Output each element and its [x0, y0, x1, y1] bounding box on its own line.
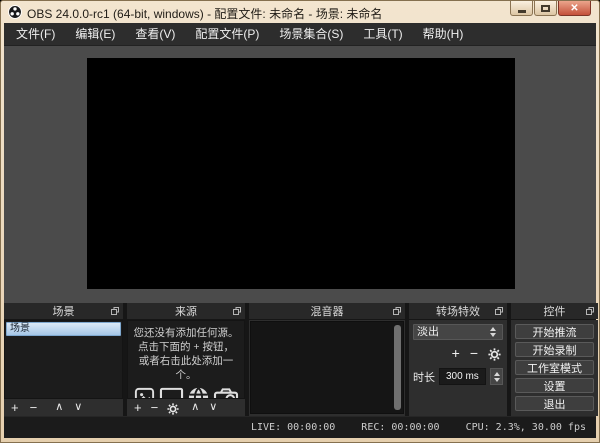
title-bar[interactable]: OBS 24.0.0-rc1 (64-bit, windows) - 配置文件:…	[1, 1, 599, 23]
menu-scene-collection[interactable]: 场景集合(S)	[269, 23, 353, 46]
window-title: OBS 24.0.0-rc1 (64-bit, windows) - 配置文件:…	[27, 5, 382, 22]
settings-button[interactable]: 设置	[515, 378, 594, 393]
combobox-arrows-icon	[487, 327, 499, 337]
start-streaming-button[interactable]: 开始推流	[515, 324, 594, 339]
window-controls: ✕	[509, 1, 591, 16]
duration-label: 时长	[413, 369, 435, 385]
sources-panel-header[interactable]: 来源	[127, 303, 245, 319]
menu-file[interactable]: 文件(F)	[6, 23, 65, 46]
browser-globe-icon	[187, 386, 210, 399]
transition-duration-row: 时长 300 ms	[413, 368, 503, 385]
transitions-panel-header[interactable]: 转场特效	[409, 303, 507, 319]
scenes-panel-header[interactable]: 场景	[4, 303, 123, 319]
controls-panel-title: 控件	[544, 303, 566, 319]
transition-select[interactable]: 淡出	[413, 324, 503, 340]
menu-profile[interactable]: 配置文件(P)	[185, 23, 269, 46]
start-recording-button[interactable]: 开始录制	[515, 342, 594, 357]
sources-panel: 来源 您还没有添加任何源。 点击下面的 + 按钮， 或者右击此处添加一个。	[127, 303, 245, 416]
mixer-panel: 混音器	[249, 303, 405, 416]
controls-panel: 控件 开始推流 开始录制 工作室模式 设置 退出	[511, 303, 598, 416]
scenes-toolbar: + − ∧ ∨	[4, 399, 123, 416]
remove-scene-button[interactable]: −	[30, 399, 38, 416]
duration-input[interactable]: 300 ms	[439, 368, 486, 385]
preview-area	[4, 46, 596, 303]
transitions-panel: 转场特效 淡出 +	[409, 303, 507, 416]
controls-panel-header[interactable]: 控件	[511, 303, 598, 319]
app-frame: 文件(F) 编辑(E) 查看(V) 配置文件(P) 场景集合(S) 工具(T) …	[4, 23, 596, 438]
display-icon	[159, 386, 184, 399]
add-source-button[interactable]: +	[134, 399, 142, 416]
mixer-scrollbar[interactable]	[394, 325, 401, 410]
live-time: LIVE: 00:00:00	[251, 422, 335, 433]
transition-selected-value: 淡出	[417, 325, 487, 339]
menu-tools[interactable]: 工具(T)	[353, 23, 412, 46]
hint-line-2: 点击下面的 + 按钮，	[129, 340, 243, 354]
undock-icon[interactable]	[495, 307, 503, 315]
undock-icon[interactable]	[393, 307, 401, 315]
image-icon	[133, 386, 156, 399]
mixer-panel-header[interactable]: 混音器	[249, 303, 405, 319]
maximize-button[interactable]	[534, 1, 557, 16]
scene-list-item[interactable]: 场景	[6, 322, 121, 336]
scenes-panel: 场景 场景 + − ∧ ∨	[4, 303, 123, 416]
duration-spinner[interactable]	[490, 368, 503, 385]
rec-time: REC: 00:00:00	[361, 422, 439, 433]
source-move-down-button[interactable]: ∨	[209, 399, 217, 416]
hint-line-3: 或者右击此处添加一个。	[129, 354, 243, 382]
cpu-fps: CPU: 2.3%, 30.00 fps	[466, 422, 586, 433]
scenes-panel-title: 场景	[53, 303, 75, 319]
undock-icon[interactable]	[586, 307, 594, 315]
mixer-scroll-area	[250, 321, 404, 414]
dock-row: 场景 场景 + − ∧ ∨	[4, 303, 596, 416]
add-transition-button[interactable]: +	[452, 345, 460, 362]
minimize-icon	[518, 10, 526, 13]
obs-logo-icon	[8, 5, 22, 19]
exit-button[interactable]: 退出	[515, 396, 594, 411]
source-list-empty-area[interactable]: 您还没有添加任何源。 点击下面的 + 按钮， 或者右击此处添加一个。	[127, 320, 245, 399]
no-sources-hint: 您还没有添加任何源。 点击下面的 + 按钮， 或者右击此处添加一个。	[129, 322, 243, 382]
add-scene-button[interactable]: +	[11, 399, 19, 416]
sources-panel-title: 来源	[175, 303, 197, 319]
maximize-icon	[541, 5, 550, 12]
hint-line-1: 您还没有添加任何源。	[129, 326, 243, 340]
remove-source-button[interactable]: −	[151, 399, 159, 416]
undock-icon[interactable]	[233, 307, 241, 315]
camera-icon	[213, 387, 239, 399]
preview-canvas[interactable]	[87, 58, 515, 289]
scene-move-up-button[interactable]: ∧	[55, 399, 63, 416]
remove-transition-button[interactable]: −	[470, 345, 478, 362]
menu-help[interactable]: 帮助(H)	[413, 23, 474, 46]
minimize-button[interactable]	[510, 1, 533, 16]
undock-icon[interactable]	[111, 307, 119, 315]
transitions-panel-title: 转场特效	[436, 303, 480, 319]
source-type-icons	[129, 386, 243, 399]
status-bar: LIVE: 00:00:00 REC: 00:00:00 CPU: 2.3%, …	[4, 416, 596, 438]
menu-edit[interactable]: 编辑(E)	[65, 23, 125, 46]
menu-bar: 文件(F) 编辑(E) 查看(V) 配置文件(P) 场景集合(S) 工具(T) …	[4, 23, 596, 46]
menu-view[interactable]: 查看(V)	[125, 23, 185, 46]
source-properties-gear-icon[interactable]	[167, 401, 179, 415]
source-move-up-button[interactable]: ∧	[191, 399, 199, 416]
mixer-panel-title: 混音器	[311, 303, 344, 319]
scene-list: 场景	[4, 320, 123, 399]
close-button[interactable]: ✕	[558, 1, 591, 16]
transition-actions: + −	[413, 345, 503, 362]
sources-toolbar: + − ∧ ∨	[127, 399, 245, 416]
obs-window: OBS 24.0.0-rc1 (64-bit, windows) - 配置文件:…	[0, 0, 600, 443]
scene-move-down-button[interactable]: ∨	[74, 399, 82, 416]
studio-mode-button[interactable]: 工作室模式	[515, 360, 594, 375]
transition-properties-gear-icon[interactable]	[488, 346, 501, 361]
